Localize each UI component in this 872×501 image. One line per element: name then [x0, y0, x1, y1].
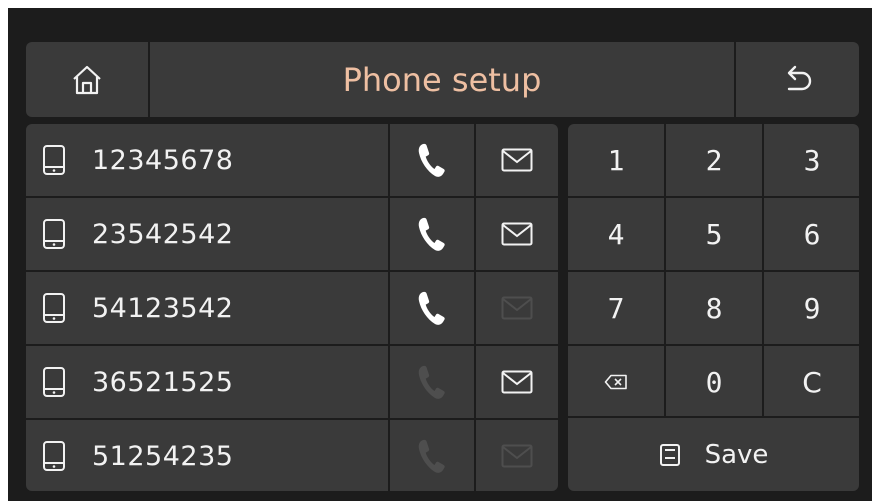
contact-number: 12345678 [92, 144, 234, 176]
header-bar: Phone setup [26, 42, 859, 117]
message-toggle-button[interactable] [476, 420, 558, 491]
mobile-phone-icon [26, 218, 66, 250]
save-button[interactable]: Save [568, 418, 859, 491]
key-8[interactable]: 8 [666, 272, 762, 344]
contact-number: 51254235 [92, 440, 234, 472]
mobile-phone-icon [26, 366, 66, 398]
envelope-icon [501, 148, 533, 172]
contact-number: 23542542 [92, 218, 234, 250]
envelope-icon [501, 222, 533, 246]
mobile-phone-icon [26, 292, 66, 324]
message-toggle-button[interactable] [476, 346, 558, 418]
contact-row: 36521525 [26, 346, 558, 418]
contact-row: 23542542 [26, 198, 558, 270]
back-arrow-icon [787, 65, 811, 90]
contact-number-field[interactable]: 23542542 [26, 198, 388, 270]
message-toggle-button[interactable] [476, 124, 558, 196]
contact-number-field[interactable]: 54123542 [26, 272, 388, 344]
key-4[interactable]: 4 [568, 198, 664, 270]
message-toggle-button[interactable] [476, 272, 558, 344]
clear-button[interactable]: C [764, 346, 859, 418]
contact-number: 54123542 [92, 292, 234, 324]
contact-list: 12345678 23542542 54123542 36521525 51254235 [26, 124, 558, 491]
keypad: Save 123 456 7890C [568, 124, 859, 491]
call-toggle-button[interactable] [390, 346, 474, 418]
contact-number-field[interactable]: 36521525 [26, 346, 388, 418]
key-5[interactable]: 5 [666, 198, 762, 270]
floppy-disk-icon [659, 443, 680, 466]
key-3[interactable]: 3 [764, 124, 859, 196]
key-1[interactable]: 1 [568, 124, 664, 196]
column-divider [388, 124, 390, 491]
message-toggle-button[interactable] [476, 198, 558, 270]
mobile-phone-icon [26, 440, 66, 472]
envelope-icon [501, 444, 533, 468]
contact-number: 36521525 [92, 366, 234, 398]
call-toggle-button[interactable] [390, 272, 474, 344]
keypad-row-divider [568, 196, 859, 198]
home-icon [73, 65, 101, 94]
keypad-row-divider [568, 416, 859, 418]
key-0[interactable]: 0 [666, 346, 762, 418]
key-9[interactable]: 9 [764, 272, 859, 344]
call-toggle-button[interactable] [390, 198, 474, 270]
contact-number-field[interactable]: 51254235 [26, 420, 388, 491]
contact-row: 51254235 [26, 420, 558, 491]
handset-icon [418, 217, 445, 251]
contact-row: 54123542 [26, 272, 558, 344]
envelope-icon [501, 296, 533, 320]
keypad-row-divider [568, 344, 859, 346]
handset-icon [418, 291, 445, 325]
envelope-icon [501, 370, 533, 394]
mobile-phone-icon [26, 144, 66, 176]
keypad-row-divider [568, 270, 859, 272]
key-6[interactable]: 6 [764, 198, 859, 270]
contact-row: 12345678 [26, 124, 558, 196]
back-button[interactable] [736, 42, 859, 117]
call-toggle-button[interactable] [390, 124, 474, 196]
backspace-button[interactable] [568, 346, 664, 418]
handset-icon [418, 439, 445, 473]
call-toggle-button[interactable] [390, 420, 474, 491]
key-7[interactable]: 7 [568, 272, 664, 344]
save-label: Save [704, 439, 769, 470]
key-2[interactable]: 2 [666, 124, 762, 196]
backspace-icon [604, 374, 627, 390]
contact-number-field[interactable]: 12345678 [26, 124, 388, 196]
column-divider [474, 124, 476, 491]
handset-icon [418, 143, 445, 177]
handset-icon [418, 365, 445, 399]
page-title: Phone setup [342, 60, 542, 99]
home-button[interactable] [26, 42, 148, 117]
